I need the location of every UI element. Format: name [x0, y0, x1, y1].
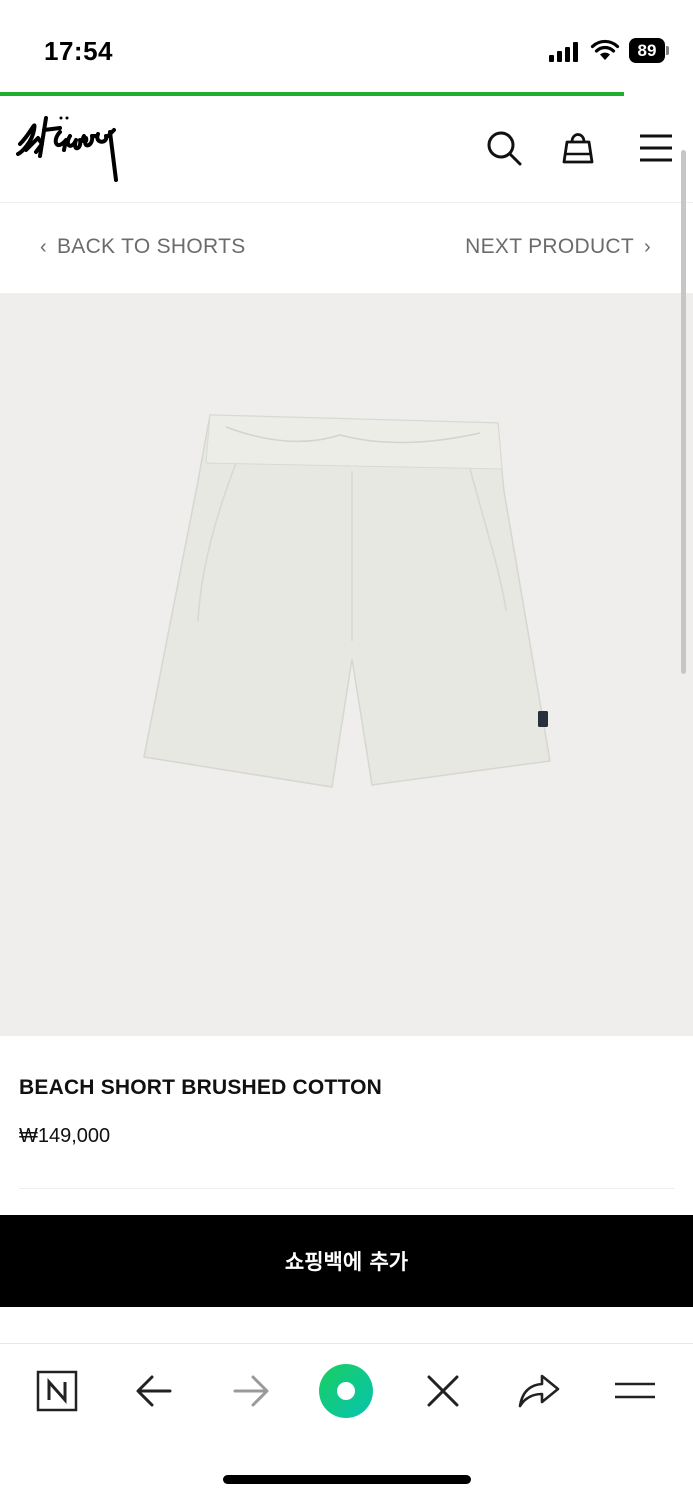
back-to-shorts-link[interactable]: ‹ BACK TO SHORTS [40, 235, 246, 259]
browser-menu-button[interactable] [610, 1366, 660, 1416]
home-indicator[interactable] [223, 1475, 471, 1484]
menu-lines-icon [615, 1382, 655, 1399]
forward-arrow-icon [233, 1375, 269, 1407]
status-bar: 17:54 89 [0, 0, 693, 92]
wifi-icon [590, 39, 620, 60]
product-price: ₩149,000 [19, 1125, 111, 1147]
product-image[interactable] [0, 293, 693, 1036]
menu-icon[interactable] [638, 130, 674, 166]
search-icon[interactable] [486, 130, 522, 166]
green-dot-icon [319, 1364, 373, 1418]
share-button[interactable] [514, 1366, 564, 1416]
browser-forward-button[interactable] [226, 1366, 276, 1416]
battery-indicator: 89 [629, 38, 669, 63]
page-scrollbar[interactable] [681, 150, 686, 674]
close-tab-button[interactable] [418, 1366, 468, 1416]
chevron-right-icon: › [644, 235, 651, 258]
browser-back-button[interactable] [129, 1366, 179, 1416]
stussy-logo[interactable] [16, 110, 124, 184]
product-navigation: ‹ BACK TO SHORTS NEXT PRODUCT › [0, 203, 693, 293]
back-arrow-icon [136, 1375, 172, 1407]
battery-level: 89 [629, 38, 665, 63]
next-link-label: NEXT PRODUCT [465, 235, 635, 258]
chevron-left-icon: ‹ [40, 235, 47, 258]
shopping-bag-icon[interactable] [560, 130, 596, 166]
green-dot-button[interactable] [318, 1363, 374, 1419]
product-title: BEACH SHORT BRUSHED COTTON [19, 1076, 382, 1099]
add-to-bag-button[interactable]: 쇼핑백에 추가 [0, 1215, 693, 1307]
share-icon [518, 1374, 560, 1408]
divider [19, 1188, 674, 1189]
close-icon [427, 1375, 459, 1407]
back-link-label: BACK TO SHORTS [56, 235, 246, 258]
naver-home-button[interactable] [32, 1366, 82, 1416]
shorts-image [143, 414, 551, 788]
next-product-link[interactable]: NEXT PRODUCT › [465, 235, 651, 259]
site-header [0, 96, 693, 203]
naver-icon [36, 1370, 78, 1412]
status-time: 17:54 [44, 36, 113, 66]
cellular-signal-icon [549, 42, 578, 62]
